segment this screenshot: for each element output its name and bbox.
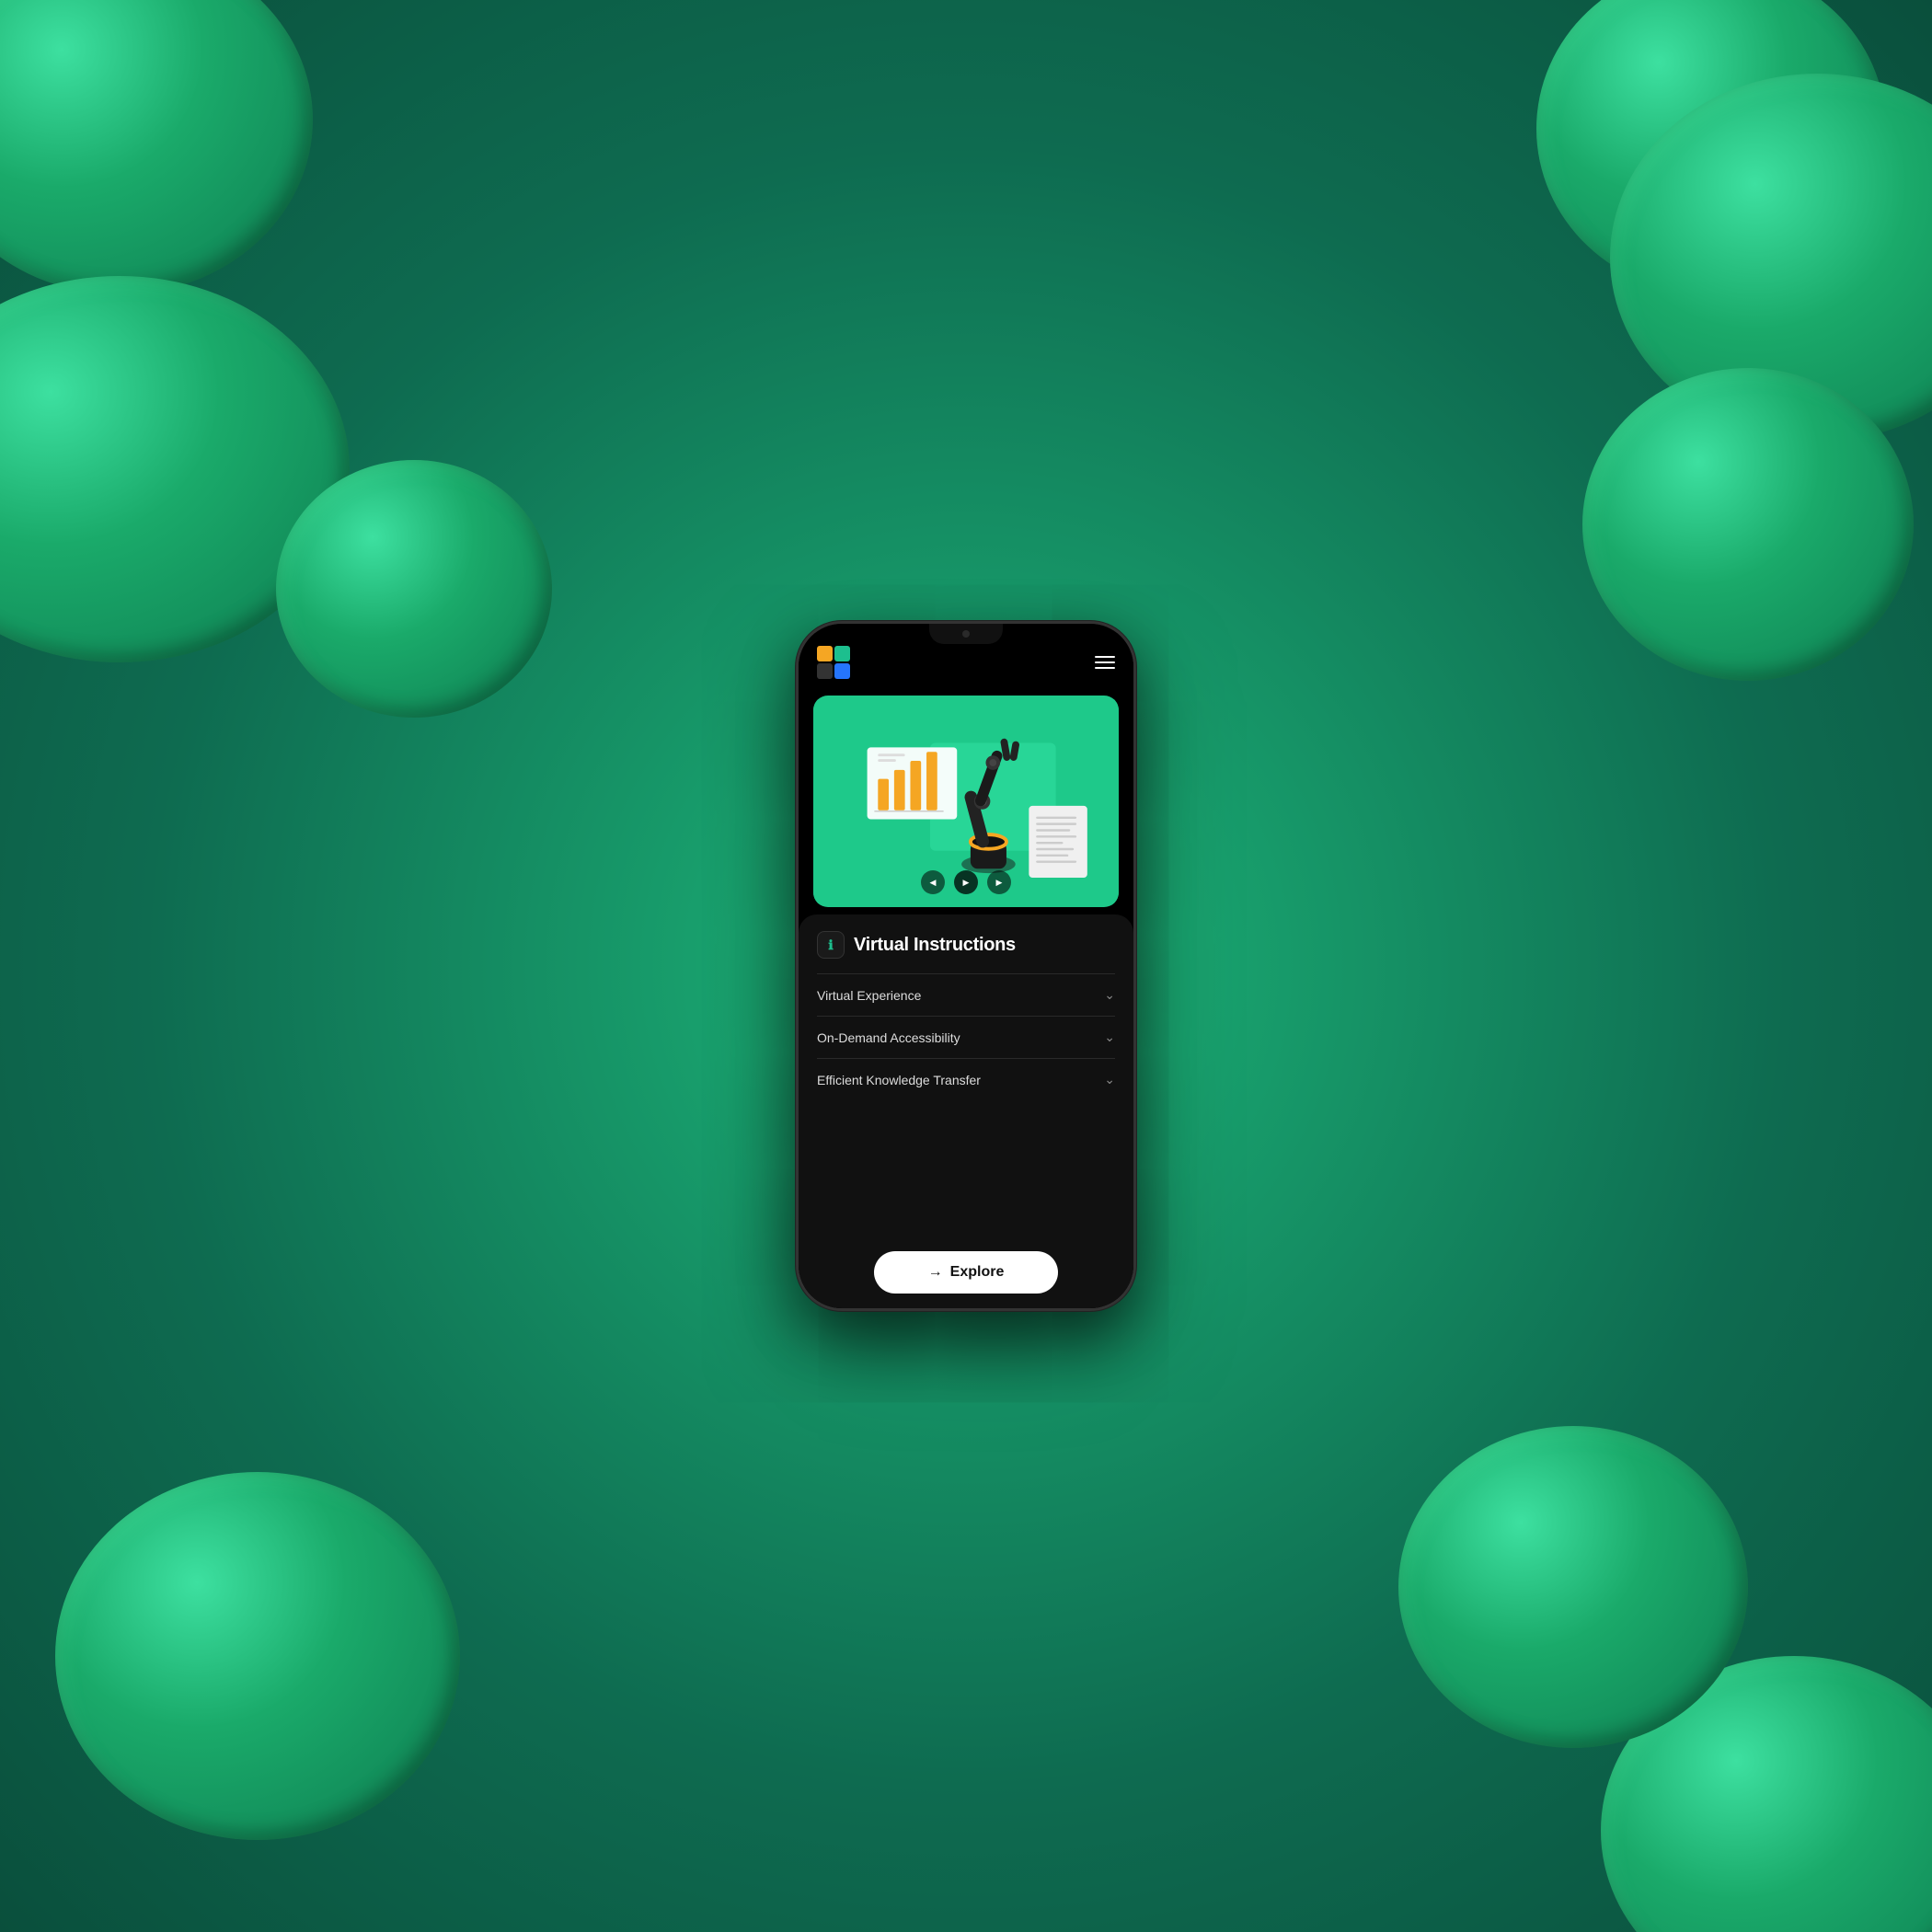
logo-cell-dark	[817, 663, 833, 679]
explore-button[interactable]: → Explore	[874, 1251, 1058, 1294]
phone-screen: ◀ ▶ ▶ ℹ Virtual Instructions	[799, 624, 1133, 1308]
chevron-down-icon: ⌄	[1104, 987, 1115, 1003]
accordion-item-knowledge-transfer[interactable]: Efficient Knowledge Transfer ⌄	[817, 1058, 1115, 1100]
phone-notch	[929, 624, 1003, 644]
chevron-down-icon: ⌄	[1104, 1072, 1115, 1087]
hamburger-menu[interactable]	[1095, 656, 1115, 669]
bg-blob	[1582, 368, 1914, 681]
player-controls: ◀ ▶ ▶	[921, 870, 1011, 894]
accordion-label: On-Demand Accessibility	[817, 1030, 960, 1045]
content-area: ℹ Virtual Instructions Virtual Experienc…	[799, 914, 1133, 1240]
prev-icon: ◀	[930, 878, 937, 888]
info-icon: ℹ	[817, 931, 845, 959]
play-button[interactable]: ▶	[954, 870, 978, 894]
chevron-down-icon: ⌄	[1104, 1029, 1115, 1045]
next-button[interactable]: ▶	[987, 870, 1011, 894]
section-title-row: ℹ Virtual Instructions	[817, 931, 1115, 959]
bg-blob	[55, 1472, 460, 1840]
logo-cell-orange	[817, 646, 833, 661]
bg-blob	[1398, 1426, 1748, 1748]
accordion-label: Efficient Knowledge Transfer	[817, 1073, 981, 1087]
hero-image: ◀ ▶ ▶	[813, 696, 1119, 907]
logo-cell-teal	[834, 646, 850, 661]
phone: ◀ ▶ ▶ ℹ Virtual Instructions	[796, 621, 1136, 1311]
prev-button[interactable]: ◀	[921, 870, 945, 894]
explore-label: Explore	[950, 1264, 1005, 1281]
bg-blob	[276, 460, 552, 718]
cta-section: → Explore	[799, 1240, 1133, 1308]
hamburger-line	[1095, 656, 1115, 658]
next-icon: ▶	[996, 878, 1003, 888]
bg-blob	[0, 0, 313, 294]
section-title: Virtual Instructions	[854, 935, 1016, 956]
camera	[962, 630, 970, 638]
logo-cell-blue	[834, 663, 850, 679]
play-icon: ▶	[963, 878, 970, 888]
accordion-label: Virtual Experience	[817, 988, 921, 1003]
app-logo	[817, 646, 850, 679]
arrow-icon: →	[928, 1264, 943, 1281]
hamburger-line	[1095, 661, 1115, 663]
phone-frame: ◀ ▶ ▶ ℹ Virtual Instructions	[796, 621, 1136, 1311]
accordion-item-on-demand[interactable]: On-Demand Accessibility ⌄	[817, 1016, 1115, 1058]
accordion-item-virtual-experience[interactable]: Virtual Experience ⌄	[817, 973, 1115, 1016]
hamburger-line	[1095, 667, 1115, 669]
